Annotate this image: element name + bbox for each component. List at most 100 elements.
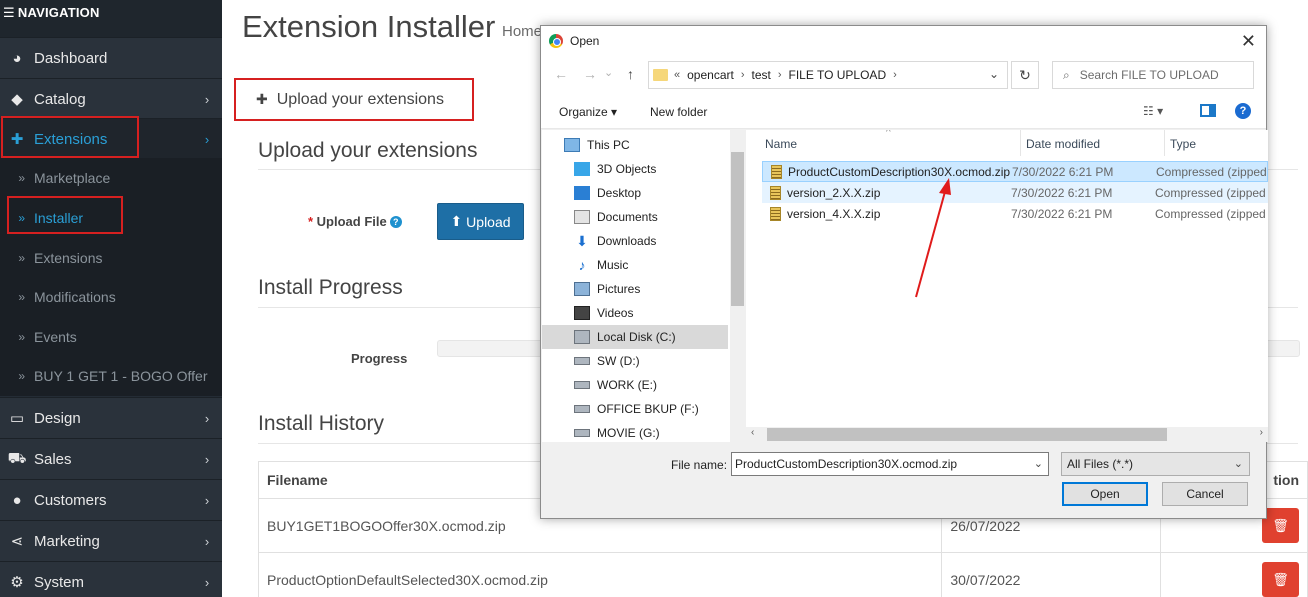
- trash-icon: 🗑: [1272, 572, 1289, 587]
- chevron-right-icon: ›: [204, 451, 210, 467]
- chevron-down-icon[interactable]: ⌄: [989, 67, 999, 81]
- share-icon: ⋖: [10, 533, 24, 550]
- forward-arrow-icon[interactable]: →: [583, 66, 597, 82]
- drive-icon: [574, 405, 590, 413]
- sidebar-sub-modifications[interactable]: » Modifications: [0, 277, 222, 317]
- chevron-down-icon[interactable]: ⌄: [1034, 457, 1043, 470]
- navigation-pane: This PC 3D Objects Desktop Documents ⬇ Do…: [542, 130, 745, 442]
- file-type-select[interactable]: All Files (*.*) ⌄: [1061, 452, 1250, 476]
- drive-icon: [574, 429, 590, 437]
- search-input[interactable]: ⌕ Search FILE TO UPLOAD: [1052, 61, 1254, 89]
- cart-icon: ⛟: [7, 449, 27, 467]
- up-arrow-icon[interactable]: ↑: [627, 66, 634, 82]
- tree-item-music[interactable]: ♪ Music: [574, 253, 745, 277]
- sidebar-sub-events[interactable]: » Events: [0, 317, 222, 357]
- highlight-box-extensions: [1, 116, 139, 158]
- tree-item-downloads[interactable]: ⬇ Downloads: [574, 229, 745, 253]
- upload-file-label: * Upload File?: [308, 214, 402, 229]
- picture-icon: [574, 282, 590, 296]
- view-options-icon[interactable]: ☷ ▾: [1143, 104, 1163, 118]
- music-icon: ♪: [578, 257, 586, 273]
- trash-icon: 🗑: [1272, 518, 1289, 533]
- row-filename: ProductOptionDefaultSelected30X.ocmod.zi…: [257, 552, 943, 597]
- drive-icon: [574, 357, 590, 365]
- drive-icon: [574, 381, 590, 389]
- refresh-button[interactable]: ↻: [1011, 61, 1039, 89]
- new-folder-button[interactable]: New folder: [650, 105, 707, 119]
- sidebar-item-system[interactable]: ⚙ System ›: [0, 561, 222, 597]
- organize-button[interactable]: Organize ▾: [559, 105, 617, 119]
- annotation-arrow: [915, 178, 951, 298]
- tree-item-3d-objects[interactable]: 3D Objects: [574, 157, 745, 181]
- open-button[interactable]: Open: [1062, 482, 1148, 506]
- search-icon: ⌕: [1063, 67, 1070, 82]
- help-icon[interactable]: ?: [1235, 103, 1251, 119]
- dialog-toolbar: Organize ▾ New folder ☷ ▾ ?: [541, 95, 1266, 129]
- file-name-label: File name:: [671, 458, 728, 472]
- path-segment[interactable]: test: [752, 68, 771, 82]
- upload-button[interactable]: ⬆ Upload: [437, 203, 524, 240]
- sidebar: ☰ NAVIGATION ◕ Dashboard ◆ Catalog › ✚ Extens…: [0, 0, 222, 597]
- file-name-input[interactable]: ProductCustomDescription30X.ocmod.zip ⌄: [731, 452, 1049, 476]
- tree-item-work-e[interactable]: WORK (E:): [574, 373, 745, 397]
- double-chevron-icon: »: [18, 290, 25, 304]
- nav-header-label: NAVIGATION: [17, 5, 100, 20]
- chevron-right-icon: ›: [204, 91, 210, 107]
- cancel-button[interactable]: Cancel: [1162, 482, 1248, 506]
- hscrollbar-thumb[interactable]: [767, 428, 1167, 441]
- tree-item-office-bkup-f[interactable]: OFFICE BKUP (F:): [574, 397, 745, 421]
- double-chevron-icon: »: [18, 330, 25, 344]
- sidebar-item-customers[interactable]: ● Customers ›: [0, 479, 222, 520]
- file-list: Name ^ Date modified Type ProductCustomD…: [746, 130, 1268, 442]
- puzzle-icon: ✚: [256, 91, 268, 107]
- tree-item-movie-g[interactable]: MOVIE (G:): [574, 421, 745, 442]
- help-icon: ?: [389, 216, 402, 228]
- tree-item-documents[interactable]: Documents: [574, 205, 745, 229]
- tree-item-this-pc[interactable]: This PC: [564, 133, 745, 157]
- chevron-right-icon: ›: [204, 131, 210, 147]
- sidebar-item-design[interactable]: ▭ Design ›: [0, 397, 222, 438]
- highlight-box-installer: [7, 196, 123, 234]
- tag-icon: ◆: [11, 91, 23, 108]
- preview-pane-icon[interactable]: [1200, 104, 1216, 117]
- sidebar-item-dashboard[interactable]: ◕ Dashboard: [0, 37, 222, 78]
- folder-icon: [653, 69, 668, 81]
- double-chevron-icon: »: [18, 251, 25, 265]
- sidebar-sub-bogo[interactable]: » BUY 1 GET 1 - BOGO Offer: [0, 356, 222, 396]
- tree-item-sw-d[interactable]: SW (D:): [574, 349, 745, 373]
- file-list-hscrollbar[interactable]: ‹ ›: [746, 427, 1268, 442]
- close-icon[interactable]: ✕: [1241, 31, 1256, 52]
- path-segment[interactable]: opencart: [687, 68, 734, 82]
- tree-item-local-disk-c[interactable]: Local Disk (C:): [542, 325, 728, 349]
- open-file-dialog: Open ✕ ← → ⌄ ↑ « opencart › test › FILE TO…: [540, 25, 1268, 519]
- path-segment[interactable]: FILE TO UPLOAD: [789, 68, 887, 82]
- cube-icon: [574, 162, 590, 176]
- tree-item-videos[interactable]: Videos: [574, 301, 745, 325]
- refresh-icon: ↻: [1019, 67, 1031, 83]
- delete-button[interactable]: 🗑: [1262, 508, 1299, 543]
- drive-icon: [574, 330, 590, 344]
- tree-item-desktop[interactable]: Desktop: [574, 181, 745, 205]
- sidebar-item-marketing[interactable]: ⋖ Marketing ›: [0, 520, 222, 561]
- dialog-navbar: ← → ⌄ ↑ « opencart › test › FILE TO UPLOAD…: [541, 55, 1266, 95]
- panel-heading: ✚ Upload your extensions: [234, 78, 474, 121]
- user-icon: ●: [12, 491, 22, 509]
- tree-item-pictures[interactable]: Pictures: [574, 277, 745, 301]
- row-date: 30/07/2022: [941, 552, 1162, 597]
- sidebar-sub-marketplace[interactable]: » Marketplace: [0, 158, 222, 198]
- recent-dropdown-icon[interactable]: ⌄: [604, 66, 613, 79]
- monitor-icon: ▭: [9, 410, 25, 427]
- dialog-titlebar[interactable]: Open ✕: [541, 26, 1266, 55]
- delete-button[interactable]: 🗑: [1262, 562, 1299, 597]
- sidebar-item-catalog[interactable]: ◆ Catalog ›: [0, 78, 222, 119]
- video-icon: [574, 306, 590, 320]
- back-arrow-icon[interactable]: ←: [554, 66, 568, 82]
- tree-scrollbar-thumb[interactable]: [731, 152, 744, 306]
- nav-header[interactable]: ☰ NAVIGATION: [0, 0, 222, 37]
- address-bar[interactable]: « opencart › test › FILE TO UPLOAD › ⌄: [648, 61, 1008, 89]
- sidebar-sub-extensions[interactable]: » Extensions: [0, 238, 222, 278]
- upload-icon: ⬆: [450, 213, 463, 229]
- breadcrumb-home[interactable]: Home: [502, 23, 542, 40]
- chevron-down-icon: ⌄: [1233, 458, 1243, 470]
- sidebar-item-sales[interactable]: ⛟ Sales ›: [0, 438, 222, 479]
